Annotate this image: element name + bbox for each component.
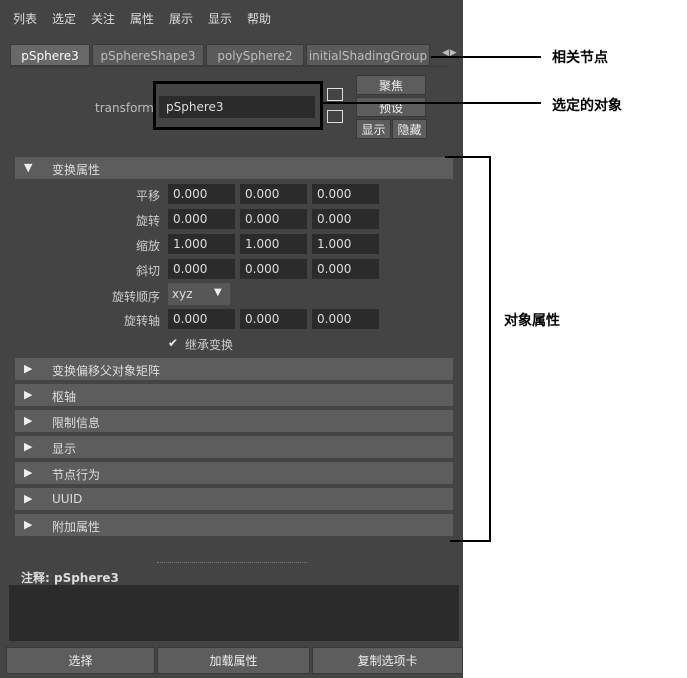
hide-button[interactable]: 隐藏 bbox=[392, 119, 427, 139]
section-display[interactable]: ▶ 显示 bbox=[15, 436, 453, 458]
bracket-top bbox=[445, 156, 491, 158]
rotate-axis-z-field[interactable]: 0.000 bbox=[312, 309, 379, 329]
select-button[interactable]: 选择 bbox=[6, 647, 155, 674]
translate-z-field[interactable]: 0.000 bbox=[312, 184, 379, 204]
menu-selected[interactable]: 选定 bbox=[52, 10, 76, 27]
tab-divider bbox=[10, 66, 450, 67]
chevron-down-icon: ▼ bbox=[214, 287, 222, 298]
object-attributes-callout: 对象属性 bbox=[504, 313, 560, 329]
section-uuid[interactable]: ▶ UUID bbox=[15, 488, 453, 510]
focus-button[interactable]: 聚焦 bbox=[356, 75, 426, 95]
rotate-axis-label: 旋转轴 bbox=[123, 314, 160, 328]
scale-y-field[interactable]: 1.000 bbox=[240, 234, 307, 254]
collapsed-arrow-icon: ▶ bbox=[24, 492, 33, 505]
collapsed-arrow-icon: ▶ bbox=[24, 414, 33, 427]
rotate-label: 旋转 bbox=[135, 214, 160, 228]
tab-psphereshape3[interactable]: pSphereShape3 bbox=[92, 44, 204, 66]
selected-object-callout: 选定的对象 bbox=[552, 98, 622, 114]
menu-help[interactable]: 帮助 bbox=[247, 10, 271, 27]
scale-x-field[interactable]: 1.000 bbox=[168, 234, 235, 254]
tab-polysphere2[interactable]: polySphere2 bbox=[206, 44, 304, 66]
collapsed-arrow-icon: ▶ bbox=[24, 518, 33, 531]
expanded-arrow-icon: ▼ bbox=[24, 161, 33, 174]
tab-initialshadinggroup[interactable]: initialShadingGroup bbox=[306, 44, 430, 66]
tab-psphere3[interactable]: pSphere3 bbox=[10, 44, 90, 66]
section-label: UUID bbox=[52, 492, 83, 506]
translate-x-field[interactable]: 0.000 bbox=[168, 184, 235, 204]
related-nodes-line bbox=[431, 56, 541, 58]
notes-textarea[interactable] bbox=[9, 585, 459, 641]
rotate-order-label: 旋转顺序 bbox=[111, 290, 160, 304]
section-extra-attributes[interactable]: ▶ 附加属性 bbox=[15, 514, 453, 536]
load-attributes-button[interactable]: 加载属性 bbox=[157, 647, 310, 674]
section-label: 变换偏移父对象矩阵 bbox=[52, 364, 161, 378]
shear-label: 斜切 bbox=[135, 264, 160, 278]
node-type-label: transform bbox=[95, 101, 154, 115]
rotate-order-dropdown[interactable]: xyz ▼ bbox=[168, 283, 230, 305]
node-tabs: pSphere3 pSphereShape3 polySphere2 initi… bbox=[10, 44, 450, 66]
show-button[interactable]: 显示 bbox=[356, 119, 391, 139]
selected-object-line bbox=[323, 102, 541, 104]
collapsed-arrow-icon: ▶ bbox=[24, 466, 33, 479]
collapsed-arrow-icon: ▶ bbox=[24, 388, 33, 401]
input-connection-icon[interactable] bbox=[327, 88, 343, 101]
copy-tab-button[interactable]: 复制选项卡 bbox=[312, 647, 463, 674]
section-label: 显示 bbox=[52, 442, 77, 456]
section-label: 附加属性 bbox=[52, 520, 101, 534]
menu-focus[interactable]: 关注 bbox=[91, 10, 115, 27]
section-pivots[interactable]: ▶ 枢轴 bbox=[15, 384, 453, 406]
section-limit-info[interactable]: ▶ 限制信息 bbox=[15, 410, 453, 432]
bracket-vertical bbox=[489, 156, 491, 542]
section-label: 节点行为 bbox=[52, 468, 101, 482]
rotate-x-field[interactable]: 0.000 bbox=[168, 209, 235, 229]
section-label: 变换属性 bbox=[52, 163, 101, 177]
preset-button[interactable]: 预设 bbox=[356, 97, 426, 117]
menu-show[interactable]: 展示 bbox=[169, 10, 193, 27]
menu-display[interactable]: 显示 bbox=[208, 10, 232, 27]
bracket-bottom bbox=[450, 540, 491, 542]
checkmark-icon[interactable]: ✔ bbox=[168, 336, 178, 350]
rotate-order-value: xyz bbox=[172, 287, 193, 301]
section-node-behavior[interactable]: ▶ 节点行为 bbox=[15, 462, 453, 484]
related-nodes-callout: 相关节点 bbox=[552, 50, 608, 66]
menu-attributes[interactable]: 属性 bbox=[130, 10, 154, 27]
menu-list[interactable]: 列表 bbox=[13, 10, 37, 27]
inherit-transform-label: 继承变换 bbox=[185, 338, 234, 352]
scale-label: 缩放 bbox=[135, 239, 160, 253]
rotate-axis-x-field[interactable]: 0.000 bbox=[168, 309, 235, 329]
rotate-z-field[interactable]: 0.000 bbox=[312, 209, 379, 229]
collapsed-arrow-icon: ▶ bbox=[24, 362, 33, 375]
shear-x-field[interactable]: 0.000 bbox=[168, 259, 235, 279]
shear-z-field[interactable]: 0.000 bbox=[312, 259, 379, 279]
highlight-rectangle bbox=[153, 81, 323, 130]
output-connection-icon[interactable] bbox=[327, 110, 343, 123]
shear-y-field[interactable]: 0.000 bbox=[240, 259, 307, 279]
section-label: 限制信息 bbox=[52, 416, 101, 430]
section-label: 枢轴 bbox=[52, 390, 77, 404]
notes-label: 注释: pSphere3 bbox=[21, 571, 119, 585]
section-transform-attributes[interactable]: ▼ 变换属性 bbox=[15, 157, 453, 179]
menu-bar: 列表 选定 关注 属性 展示 显示 帮助 bbox=[0, 0, 463, 36]
translate-y-field[interactable]: 0.000 bbox=[240, 184, 307, 204]
rotate-y-field[interactable]: 0.000 bbox=[240, 209, 307, 229]
resize-handle[interactable] bbox=[157, 562, 307, 563]
section-offset-parent-matrix[interactable]: ▶ 变换偏移父对象矩阵 bbox=[15, 358, 453, 380]
rotate-axis-y-field[interactable]: 0.000 bbox=[240, 309, 307, 329]
scale-z-field[interactable]: 1.000 bbox=[312, 234, 379, 254]
translate-label: 平移 bbox=[135, 189, 160, 203]
collapsed-arrow-icon: ▶ bbox=[24, 440, 33, 453]
